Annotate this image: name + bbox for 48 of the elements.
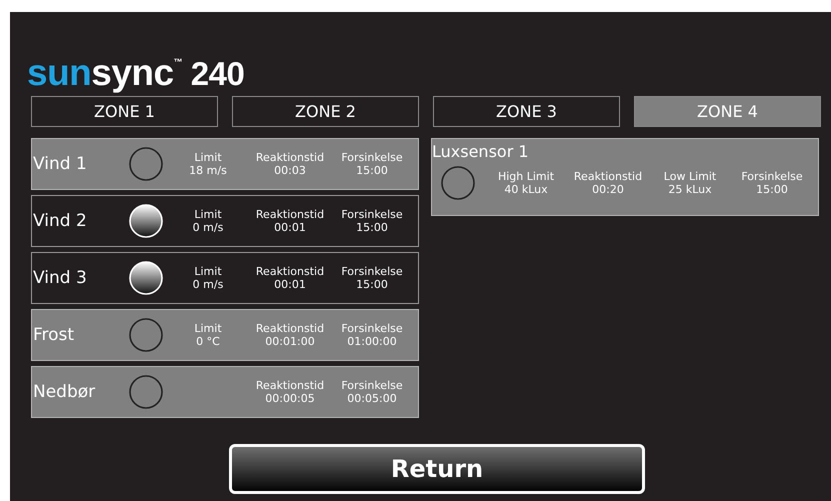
field-label: Reaktionstid <box>256 208 324 221</box>
field-label: Reaktionstid <box>574 170 642 183</box>
field-label: Reaktionstid <box>256 265 324 278</box>
field-label: Forsinkelse <box>341 265 403 278</box>
sensor-name: Frost <box>32 325 76 345</box>
field-value: 00:01 <box>274 278 306 291</box>
zone-tab[interactable]: ZONE 4 <box>634 96 821 127</box>
field-label: Forsinkelse <box>341 208 403 221</box>
zone-tab[interactable]: ZONE 2 <box>232 96 419 127</box>
sensor-name: Luxsensor 1 <box>432 141 530 163</box>
field-value: 15:00 <box>356 278 388 291</box>
field-label: Reaktionstid <box>256 379 324 392</box>
field-value: 40 kLux <box>504 183 548 196</box>
logo: sunsync$^{™}$ 240 <box>27 51 244 94</box>
field-value: 00:20 <box>592 183 624 196</box>
field-value: 00:00:05 <box>265 392 315 405</box>
field-value: 01:00:00 <box>347 335 397 348</box>
field-value: 0 m/s <box>192 278 224 291</box>
field-label: Reaktionstid <box>256 151 324 164</box>
field-label: Forsinkelse <box>741 170 803 183</box>
field-value: 0 °C <box>196 335 220 348</box>
sensor-name: Vind 1 <box>32 154 88 174</box>
field-value: 00:01 <box>274 221 306 234</box>
field-value: 15:00 <box>356 221 388 234</box>
return-button[interactable]: Return <box>229 444 645 494</box>
field-value: 15:00 <box>356 164 388 177</box>
field-label: Limit <box>194 265 222 278</box>
field-value: 15:00 <box>756 183 788 196</box>
field-label: Limit <box>194 322 222 335</box>
field-value: 00:03 <box>274 164 306 177</box>
field-label: Limit <box>194 208 222 221</box>
field-label: Forsinkelse <box>341 379 403 392</box>
field-label: Reaktionstid <box>256 322 324 335</box>
field-label: Limit <box>194 151 222 164</box>
field-value: 00:01:00 <box>265 335 315 348</box>
sensor-name: Vind 2 <box>32 211 88 231</box>
field-value: 18 m/s <box>189 164 227 177</box>
field-value: 25 kLux <box>668 183 712 196</box>
field-label: Low Limit <box>664 170 716 183</box>
zone-tab[interactable]: ZONE 3 <box>433 96 620 127</box>
sensor-name: Nedbør <box>32 382 96 402</box>
zone-tab[interactable]: ZONE 1 <box>31 96 218 127</box>
field-label: High Limit <box>498 170 554 183</box>
field-value: 0 m/s <box>192 221 224 234</box>
field-label: Forsinkelse <box>341 322 403 335</box>
sensor-name: Vind 3 <box>32 268 88 288</box>
field-label: Forsinkelse <box>341 151 403 164</box>
field-value: 00:05:00 <box>347 392 397 405</box>
